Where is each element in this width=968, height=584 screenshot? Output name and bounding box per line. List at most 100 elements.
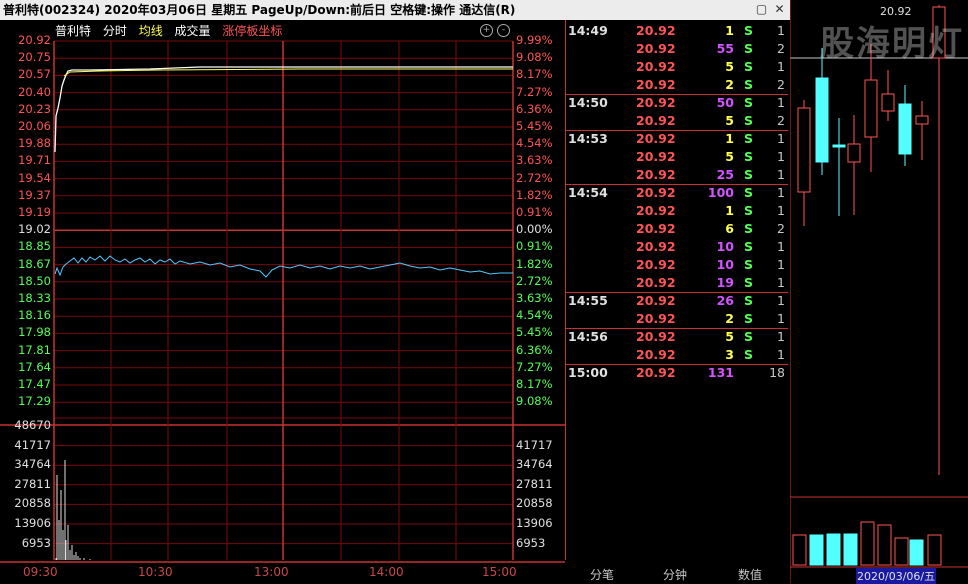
tick-row[interactable]: 20.92 5 S 1 bbox=[566, 149, 788, 167]
chart-tabs: 普利特 分时 均线 成交量 涨停板坐标 bbox=[55, 22, 290, 39]
tick-row[interactable]: 14:56 20.92 5 S 1 bbox=[566, 329, 788, 347]
percent-tick-label: 2.72% bbox=[516, 273, 553, 288]
tick-list[interactable]: 14:49 20.92 1 S 1 20.92 55 S 2 20.92 5 S 1 20.92 2 S 2 14… bbox=[565, 20, 788, 560]
tick-price: 20.92 bbox=[636, 257, 676, 272]
price-tick-label: 17.29 bbox=[18, 394, 51, 409]
tick-price: 20.92 bbox=[636, 365, 676, 380]
price-tick-label: 19.71 bbox=[18, 153, 51, 168]
tick-count: 2 bbox=[777, 41, 785, 56]
tick-volume: 5 bbox=[725, 149, 734, 164]
volume-tick-label: 27811 bbox=[14, 476, 51, 491]
tick-row[interactable]: 20.92 5 S 1 bbox=[566, 59, 788, 77]
tick-volume: 3 bbox=[725, 347, 734, 362]
tick-row[interactable]: 20.92 10 S 1 bbox=[566, 239, 788, 257]
volume-tick-label: 20858 bbox=[14, 496, 51, 511]
tick-row[interactable]: 15:00 20.92 131 18 bbox=[566, 365, 788, 383]
price-tick-label: 18.67 bbox=[18, 256, 51, 271]
tick-count: 2 bbox=[777, 77, 785, 92]
tick-count: 1 bbox=[777, 149, 785, 164]
zoom-out-icon[interactable]: - bbox=[497, 24, 510, 37]
tick-volume: 50 bbox=[716, 95, 734, 110]
tick-side: S bbox=[744, 113, 754, 128]
tab-ticks[interactable]: 分笔 bbox=[590, 566, 614, 583]
zoom-in-icon[interactable]: + bbox=[480, 24, 493, 37]
tick-price: 20.92 bbox=[636, 77, 676, 92]
tick-row[interactable]: 14:54 20.92 100 S 1 bbox=[566, 185, 788, 203]
minimize-icon[interactable]: ▢ bbox=[754, 2, 769, 17]
tick-row[interactable]: 20.92 10 S 1 bbox=[566, 257, 788, 275]
tick-row[interactable]: 14:55 20.92 26 S 1 bbox=[566, 293, 788, 311]
tick-side: S bbox=[744, 167, 754, 182]
tick-volume: 131 bbox=[707, 365, 734, 380]
price-tick-label: 19.88 bbox=[18, 136, 51, 151]
tick-time: 14:56 bbox=[568, 329, 608, 344]
tick-row[interactable]: 20.92 25 S 1 bbox=[566, 167, 788, 185]
tick-row[interactable]: 20.92 6 S 2 bbox=[566, 221, 788, 239]
price-tick-label: 17.47 bbox=[18, 377, 51, 391]
kline-chart[interactable] bbox=[790, 0, 968, 583]
tick-volume: 1 bbox=[725, 203, 734, 218]
tick-side: S bbox=[744, 275, 754, 290]
tab-avg-line[interactable]: 均线 bbox=[139, 24, 163, 38]
price-tick-label: 20.92 bbox=[18, 33, 51, 47]
tick-side: S bbox=[744, 149, 754, 164]
kline-volume-bar bbox=[809, 534, 824, 566]
tick-price: 20.92 bbox=[636, 23, 676, 38]
tick-row[interactable]: 20.92 5 S 2 bbox=[566, 113, 788, 131]
percent-tick-label: 1.82% bbox=[516, 256, 553, 271]
tick-volume: 100 bbox=[707, 185, 734, 200]
tick-count: 18 bbox=[769, 365, 785, 380]
tab-limit-coord[interactable]: 涨停板坐标 bbox=[222, 24, 282, 38]
price-tick-label: 19.54 bbox=[18, 170, 51, 185]
tick-row[interactable]: 14:50 20.92 50 S 1 bbox=[566, 95, 788, 113]
tick-row[interactable]: 20.92 19 S 1 bbox=[566, 275, 788, 293]
kline-volume-bar bbox=[860, 521, 875, 566]
tick-row[interactable]: 20.92 3 S 1 bbox=[566, 347, 788, 365]
tick-price: 20.92 bbox=[636, 293, 676, 308]
title-bar: 普利特(002324) 2020年03月06日 星期五 PageUp/Down:… bbox=[0, 0, 790, 20]
close-icon[interactable]: ✕ bbox=[772, 2, 787, 17]
tab-volume[interactable]: 成交量 bbox=[175, 24, 211, 38]
tick-row[interactable]: 20.92 2 S 1 bbox=[566, 311, 788, 329]
intraday-chart[interactable]: 普利特 分时 均线 成交量 涨停板坐标 + - 20.92 20.75 20.57 2… bbox=[0, 20, 565, 583]
tick-count: 2 bbox=[777, 113, 785, 128]
price-tick-label: 17.64 bbox=[18, 359, 51, 374]
tick-time: 14:53 bbox=[568, 131, 608, 146]
kline-last-price: 20.92 bbox=[880, 5, 912, 18]
volume-tick-label: 48670 bbox=[14, 418, 51, 432]
time-label: 15:00 bbox=[482, 565, 517, 579]
tick-price: 20.92 bbox=[636, 275, 676, 290]
tick-row[interactable]: 20.92 1 S 1 bbox=[566, 203, 788, 221]
price-tick-label: 18.50 bbox=[18, 273, 51, 288]
tick-volume: 2 bbox=[725, 311, 734, 326]
price-tick-label: 20.57 bbox=[18, 67, 51, 82]
percent-tick-label: 0.00% bbox=[516, 222, 553, 237]
tick-side: S bbox=[744, 77, 754, 92]
stock-name-label: 普利特 bbox=[55, 24, 92, 38]
price-tick-label: 18.16 bbox=[18, 308, 51, 323]
percent-tick-label: 2.72% bbox=[516, 170, 553, 185]
tick-row[interactable]: 14:49 20.92 1 S 1 bbox=[566, 23, 788, 41]
tab-values[interactable]: 数值 bbox=[738, 566, 762, 583]
tick-group-divider bbox=[566, 130, 788, 131]
tick-side: S bbox=[744, 257, 754, 272]
tab-fenshi[interactable]: 分时 bbox=[103, 24, 127, 38]
tick-volume: 10 bbox=[716, 239, 734, 254]
price-tick-label: 18.33 bbox=[18, 291, 51, 305]
tick-time: 14:55 bbox=[568, 293, 608, 308]
tick-volume: 55 bbox=[716, 41, 734, 56]
watermark: 股海明灯 bbox=[820, 24, 964, 64]
tick-side: S bbox=[744, 203, 754, 218]
tick-side: S bbox=[744, 293, 754, 308]
percent-tick-label: 3.63% bbox=[516, 153, 553, 168]
tab-minutes[interactable]: 分钟 bbox=[663, 566, 687, 583]
tick-row[interactable]: 14:53 20.92 1 S 1 bbox=[566, 131, 788, 149]
tick-side: S bbox=[744, 221, 754, 236]
tick-volume: 26 bbox=[716, 293, 734, 308]
price-tick-label: 20.75 bbox=[18, 50, 51, 65]
price-tick-label: 20.40 bbox=[18, 84, 51, 99]
tick-row[interactable]: 20.92 55 S 2 bbox=[566, 41, 788, 59]
tick-group-divider bbox=[566, 292, 788, 293]
kline-volume-bar bbox=[927, 534, 942, 566]
tick-row[interactable]: 20.92 2 S 2 bbox=[566, 77, 788, 95]
